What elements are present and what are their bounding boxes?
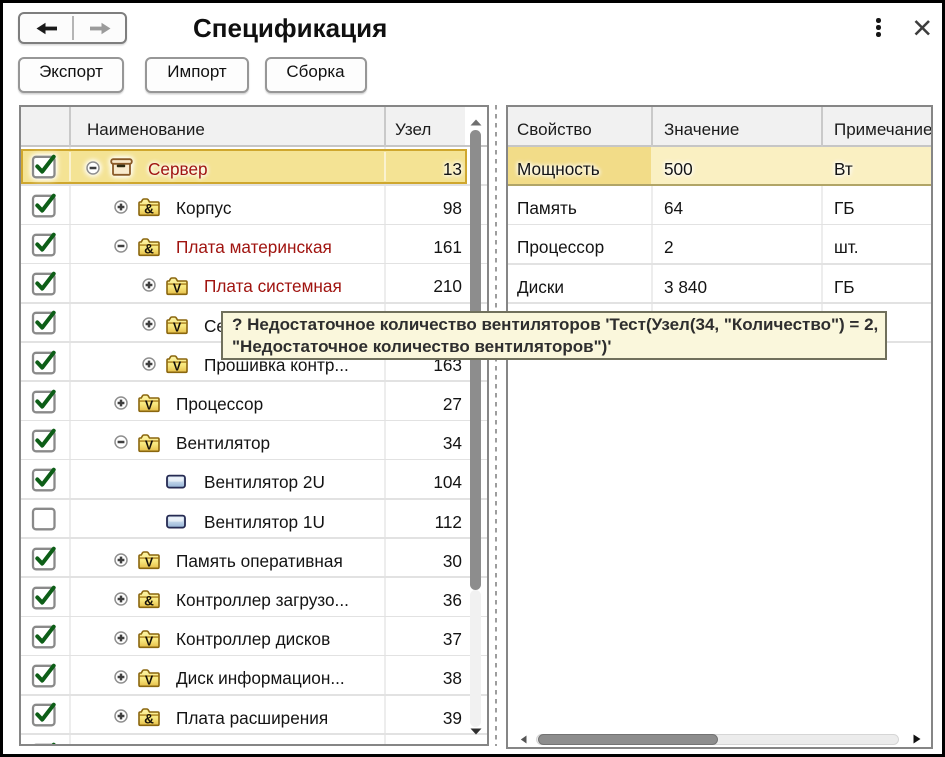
svg-text:V: V <box>145 634 154 648</box>
svg-text:V: V <box>145 438 154 452</box>
svg-text:V: V <box>173 359 182 373</box>
svg-text:V: V <box>173 320 182 334</box>
svg-text:V: V <box>173 281 182 295</box>
svg-text:&: & <box>144 241 154 256</box>
svg-text:V: V <box>145 555 154 569</box>
svg-text:&: & <box>144 711 154 726</box>
svg-text:V: V <box>145 673 154 687</box>
svg-text:&: & <box>144 202 154 217</box>
svg-text:V: V <box>145 399 154 413</box>
svg-text:&: & <box>144 594 154 609</box>
